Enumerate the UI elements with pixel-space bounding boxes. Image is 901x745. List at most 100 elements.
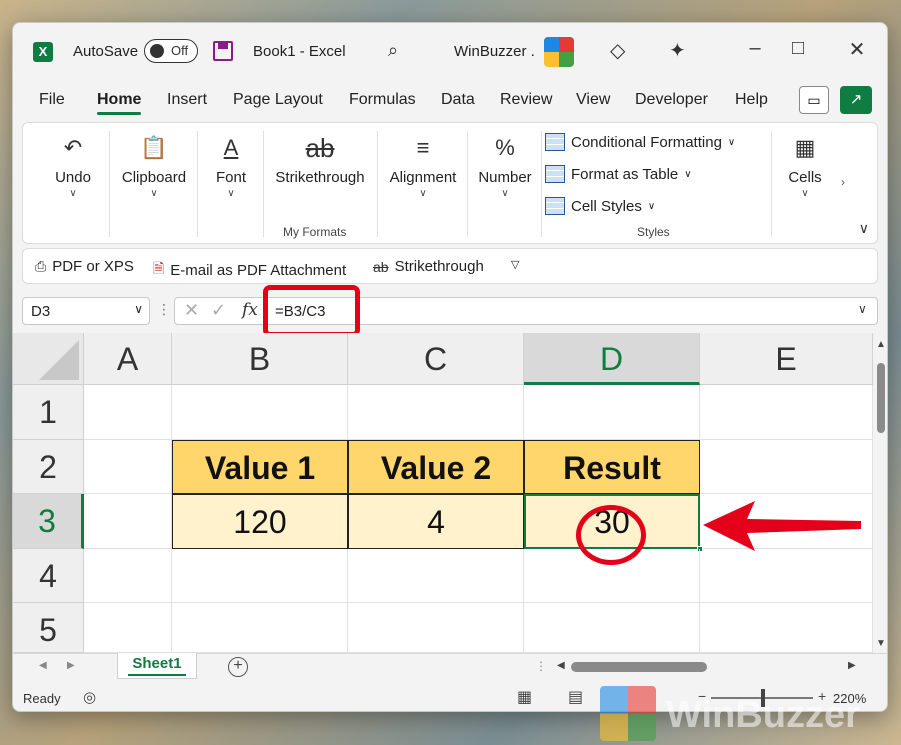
column-header-e[interactable]: E <box>700 333 873 385</box>
normal-view-icon[interactable]: ▦ <box>517 687 532 707</box>
row-header-5[interactable]: 5 <box>13 603 84 653</box>
cell-e2[interactable] <box>700 440 873 494</box>
row-header-3[interactable]: 3 <box>13 494 84 549</box>
cell-c1[interactable] <box>348 385 524 440</box>
page-layout-view-icon[interactable]: ▤ <box>568 687 583 707</box>
cell-b2[interactable]: Value 1 <box>172 440 348 494</box>
chevron-down-icon[interactable]: ∨ <box>134 302 143 316</box>
column-header-d[interactable]: D <box>524 333 700 385</box>
qat-strikethrough-button[interactable]: ab Strikethrough <box>373 258 484 275</box>
cell-c3[interactable]: 4 <box>348 494 524 549</box>
format-as-table-button[interactable]: Format as Table ∨ <box>545 165 692 183</box>
add-sheet-button[interactable]: + <box>228 657 248 677</box>
cell-a4[interactable] <box>84 549 172 603</box>
scroll-left-icon[interactable]: ◀ <box>557 660 565 671</box>
cell-d2[interactable]: Result <box>524 440 700 494</box>
tab-data[interactable]: Data <box>441 91 475 109</box>
autosave-toggle[interactable]: Off <box>144 39 198 63</box>
cells-button[interactable]: ▦ Cells ∨ <box>775 131 835 199</box>
cell-c2[interactable]: Value 2 <box>348 440 524 494</box>
cell-a1[interactable] <box>84 385 172 440</box>
document-title: Book1 - Excel <box>253 43 346 60</box>
number-button[interactable]: % Number ∨ <box>471 131 539 199</box>
cell-a3[interactable] <box>84 494 172 549</box>
title-bar: X AutoSave Off Book1 - Excel ⌕ WinBuzzer… <box>13 23 887 81</box>
cell-a5[interactable] <box>84 603 172 653</box>
avatar[interactable] <box>544 37 574 67</box>
sheet-tab-sheet1[interactable]: Sheet1 <box>117 653 197 679</box>
cell-styles-button[interactable]: Cell Styles ∨ <box>545 197 655 215</box>
email-pdf-button[interactable]: 🗎 E-mail as PDF Attachment <box>153 258 346 282</box>
tab-page-layout[interactable]: Page Layout <box>233 91 323 109</box>
clipboard-button[interactable]: 📋 Clipboard ∨ <box>113 131 195 199</box>
tab-home[interactable]: Home <box>97 91 142 115</box>
cell-b1[interactable] <box>172 385 348 440</box>
cell-c4[interactable] <box>348 549 524 603</box>
next-sheet-icon[interactable]: ▶ <box>67 660 75 671</box>
scroll-up-icon[interactable]: ▲ <box>876 339 886 350</box>
ribbon-scroll-right-icon[interactable]: › <box>841 175 845 189</box>
diamond-icon[interactable]: ◇ <box>610 38 625 63</box>
account-name[interactable]: WinBuzzer . <box>454 43 535 60</box>
row-header-1[interactable]: 1 <box>13 385 84 440</box>
column-header-b[interactable]: B <box>172 333 348 385</box>
alignment-button[interactable]: ≡ Alignment ∨ <box>381 131 465 199</box>
strikethrough-button[interactable]: ab Strikethrough <box>267 131 373 186</box>
cell-d1[interactable] <box>524 385 700 440</box>
scroll-down-icon[interactable]: ▼ <box>876 638 886 649</box>
cancel-icon[interactable]: ✕ <box>184 300 199 321</box>
cell-b5[interactable] <box>172 603 348 653</box>
pdf-xps-button[interactable]: ⎙ PDF or XPS <box>35 258 134 275</box>
cell-a2[interactable] <box>84 440 172 494</box>
undo-button[interactable]: ↶ Undo ∨ <box>37 131 109 199</box>
tab-developer[interactable]: Developer <box>635 91 708 109</box>
cells-icon: ▦ <box>794 135 816 160</box>
tab-view[interactable]: View <box>576 91 610 109</box>
share-button[interactable]: ↗ <box>840 86 872 114</box>
tab-file[interactable]: File <box>39 91 65 109</box>
customize-qat-icon[interactable]: ▽ <box>511 258 519 271</box>
tab-help[interactable]: Help <box>735 91 768 109</box>
horizontal-scroll-thumb[interactable] <box>571 662 707 672</box>
formula-bar-handle-icon[interactable]: ⋮ <box>157 301 171 318</box>
sheet-tabs-bar: ◀ ▶ Sheet1 + ⋮ ◀ ▶ <box>13 653 887 681</box>
ribbon-collapse-icon[interactable]: ∨ <box>859 220 869 237</box>
save-icon[interactable] <box>213 41 233 61</box>
cell-b3[interactable]: 120 <box>172 494 348 549</box>
vertical-scrollbar[interactable]: ▲ ▼ <box>873 333 887 653</box>
name-box[interactable]: D3 ∨ <box>22 297 150 325</box>
cell-e1[interactable] <box>700 385 873 440</box>
ribbon-divider <box>541 131 542 237</box>
prev-sheet-icon[interactable]: ◀ <box>39 660 47 671</box>
cell-e5[interactable] <box>700 603 873 653</box>
search-icon[interactable]: ⌕ <box>388 40 398 61</box>
column-header-c[interactable]: C <box>348 333 524 385</box>
maximize-button[interactable]: □ <box>783 37 813 60</box>
select-all-corner[interactable] <box>13 333 84 385</box>
scroll-right-icon[interactable]: ▶ <box>848 660 856 671</box>
accessibility-icon[interactable]: ◎ <box>83 688 96 706</box>
vertical-scroll-thumb[interactable] <box>877 363 885 433</box>
excel-logo-icon[interactable]: X <box>33 42 53 62</box>
enter-check-icon[interactable]: ✓ <box>211 300 226 321</box>
tab-review[interactable]: Review <box>500 91 552 109</box>
comments-button[interactable]: ▭ <box>799 86 829 114</box>
close-button[interactable]: ✕ <box>842 37 872 62</box>
cell-e4[interactable] <box>700 549 873 603</box>
expand-formula-bar-icon[interactable]: ∨ <box>858 302 867 316</box>
cell-c5[interactable] <box>348 603 524 653</box>
column-header-a[interactable]: A <box>84 333 172 385</box>
tab-insert[interactable]: Insert <box>167 91 207 109</box>
cell-b4[interactable] <box>172 549 348 603</box>
insert-function-icon[interactable]: fx <box>242 300 258 320</box>
minimize-button[interactable]: – <box>740 37 770 60</box>
conditional-formatting-icon <box>545 133 565 151</box>
cell-d5[interactable] <box>524 603 700 653</box>
tab-split-handle-icon[interactable]: ⋮ <box>535 659 547 673</box>
designer-wand-icon[interactable]: ✦ <box>669 38 686 63</box>
conditional-formatting-button[interactable]: Conditional Formatting ∨ <box>545 133 735 151</box>
tab-formulas[interactable]: Formulas <box>349 91 416 109</box>
font-button[interactable]: A Font ∨ <box>201 131 261 199</box>
row-header-2[interactable]: 2 <box>13 440 84 494</box>
row-header-4[interactable]: 4 <box>13 549 84 603</box>
